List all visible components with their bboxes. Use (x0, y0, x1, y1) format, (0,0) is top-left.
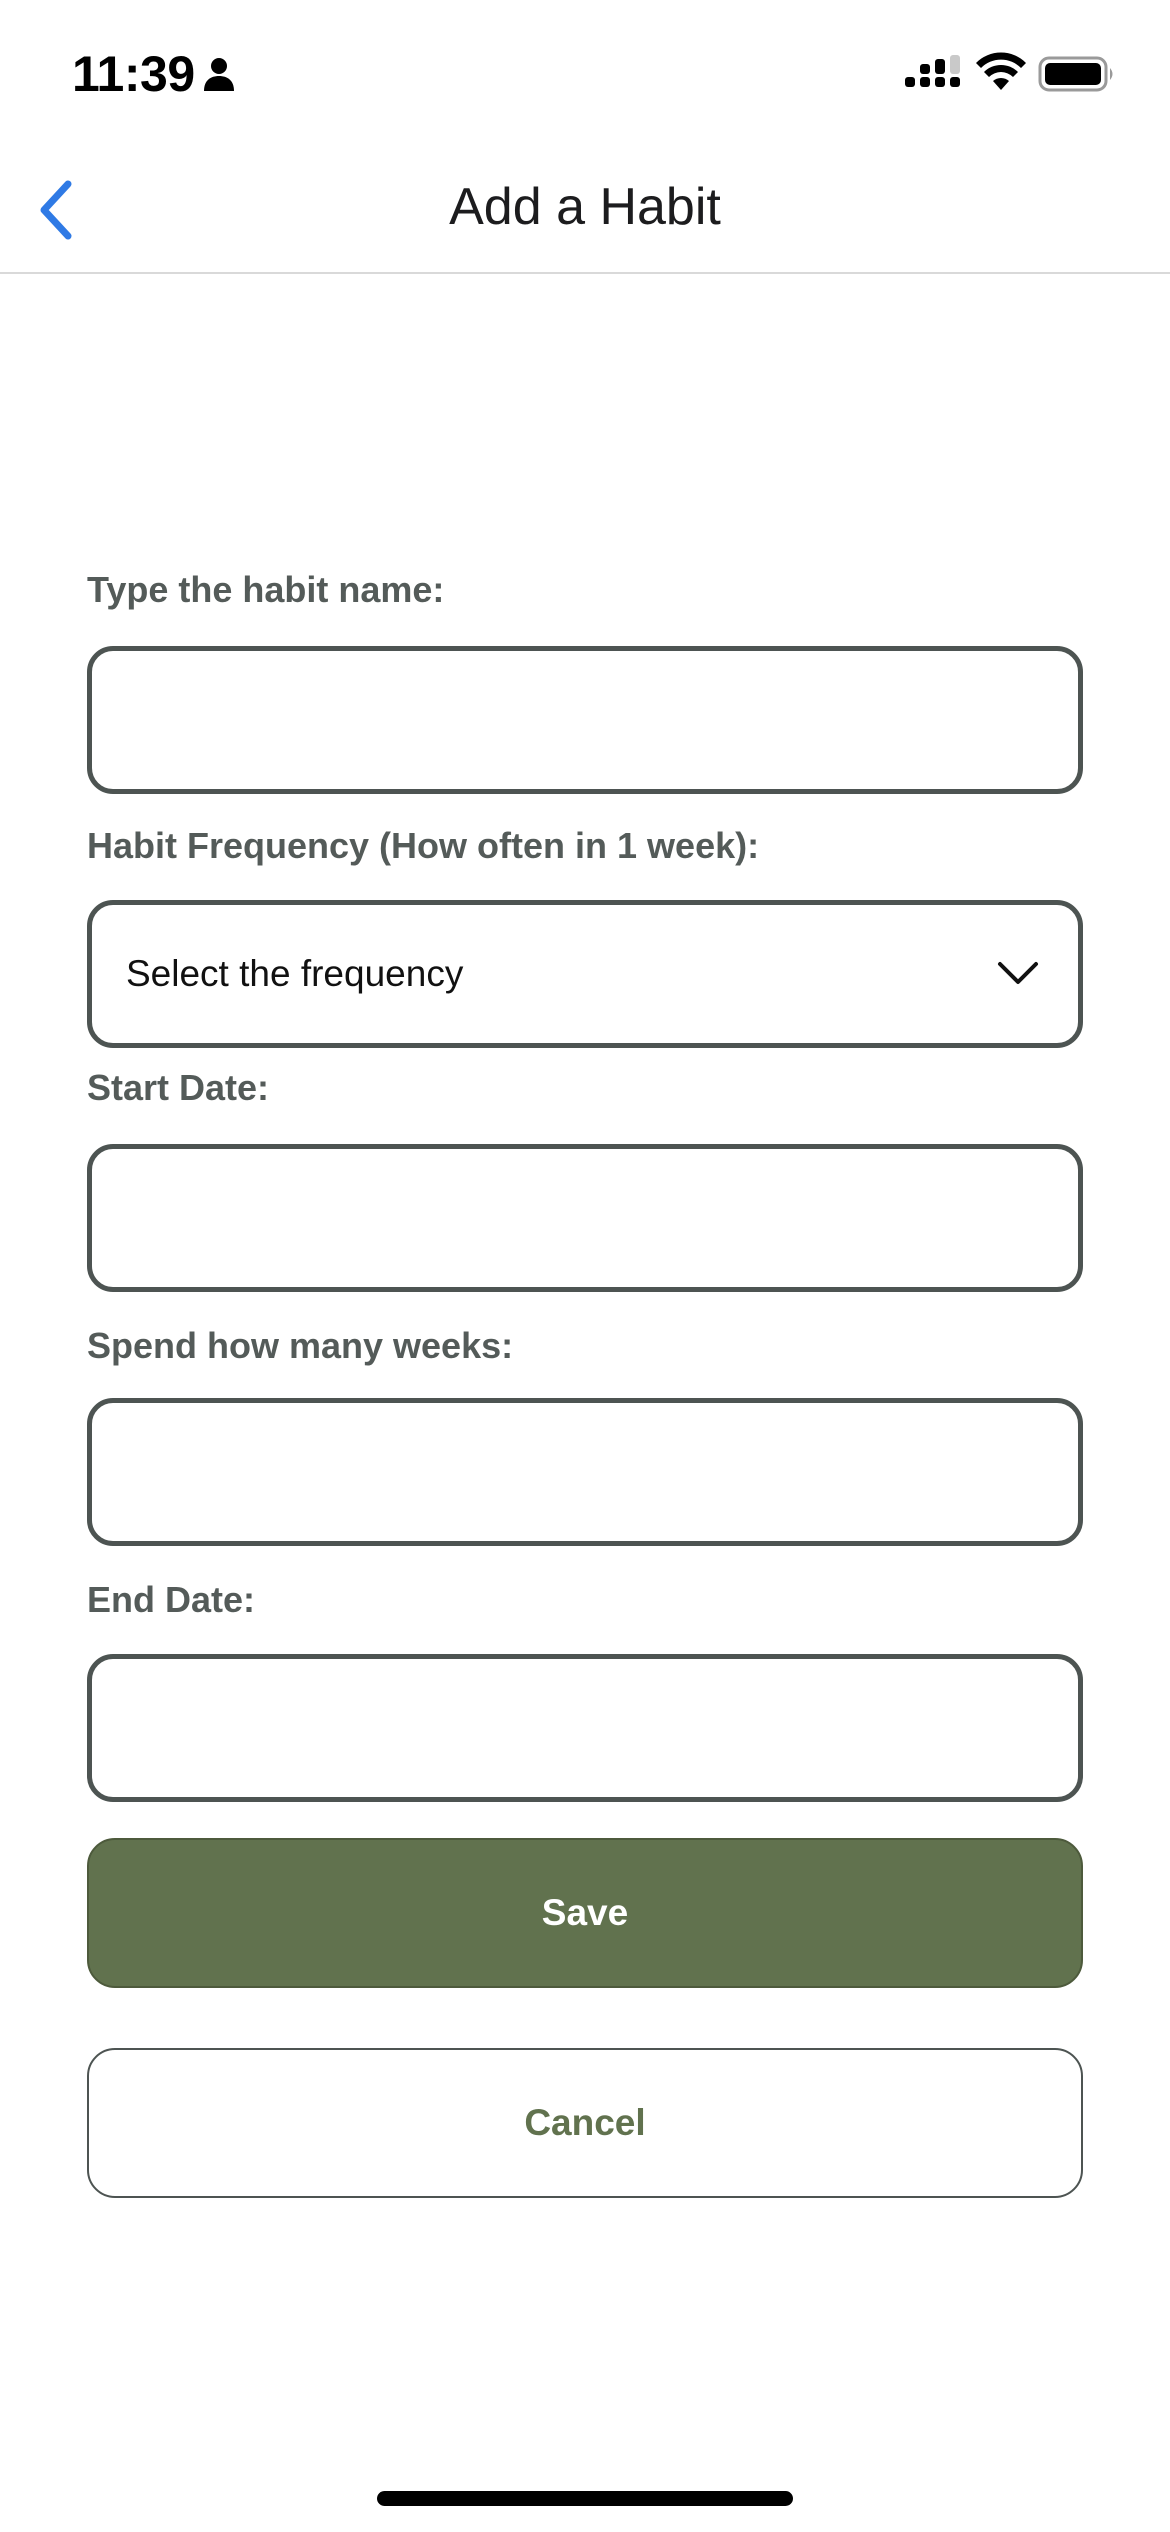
start-date-label: Start Date: (87, 1067, 270, 1108)
end-date-label: End Date: (87, 1579, 256, 1620)
habit-frequency-label: Habit Frequency (How often in 1 week): (87, 825, 760, 866)
habit-frequency-value: Select the frequency (126, 953, 464, 994)
start-date-input[interactable] (87, 1144, 1083, 1292)
add-habit-screen: 11:39 Add a Habit Type the habit name: H… (0, 0, 1170, 2532)
status-bar: 11:39 (0, 0, 1170, 140)
cellular-signal-icon (905, 55, 960, 87)
add-habit-form: Type the habit name: Habit Frequency (Ho… (87, 568, 1083, 1802)
page-title: Add a Habit (449, 178, 721, 236)
chevron-down-icon (998, 962, 1038, 984)
wifi-icon (976, 52, 1026, 90)
battery-icon (1038, 56, 1113, 92)
cancel-button[interactable]: Cancel (87, 2048, 1083, 2198)
weeks-label: Spend how many weeks: (87, 1325, 514, 1366)
person-icon (204, 58, 234, 91)
habit-name-label: Type the habit name: (87, 569, 445, 610)
nav-header: Add a Habit (0, 140, 1170, 274)
weeks-input[interactable] (87, 1398, 1083, 1546)
home-indicator[interactable] (377, 2491, 793, 2506)
habit-name-input[interactable] (87, 646, 1083, 794)
save-button[interactable]: Save (87, 1838, 1083, 1988)
end-date-input[interactable] (87, 1654, 1083, 1802)
status-time: 11:39 (72, 46, 195, 102)
habit-frequency-select[interactable]: Select the frequency (87, 900, 1083, 1048)
